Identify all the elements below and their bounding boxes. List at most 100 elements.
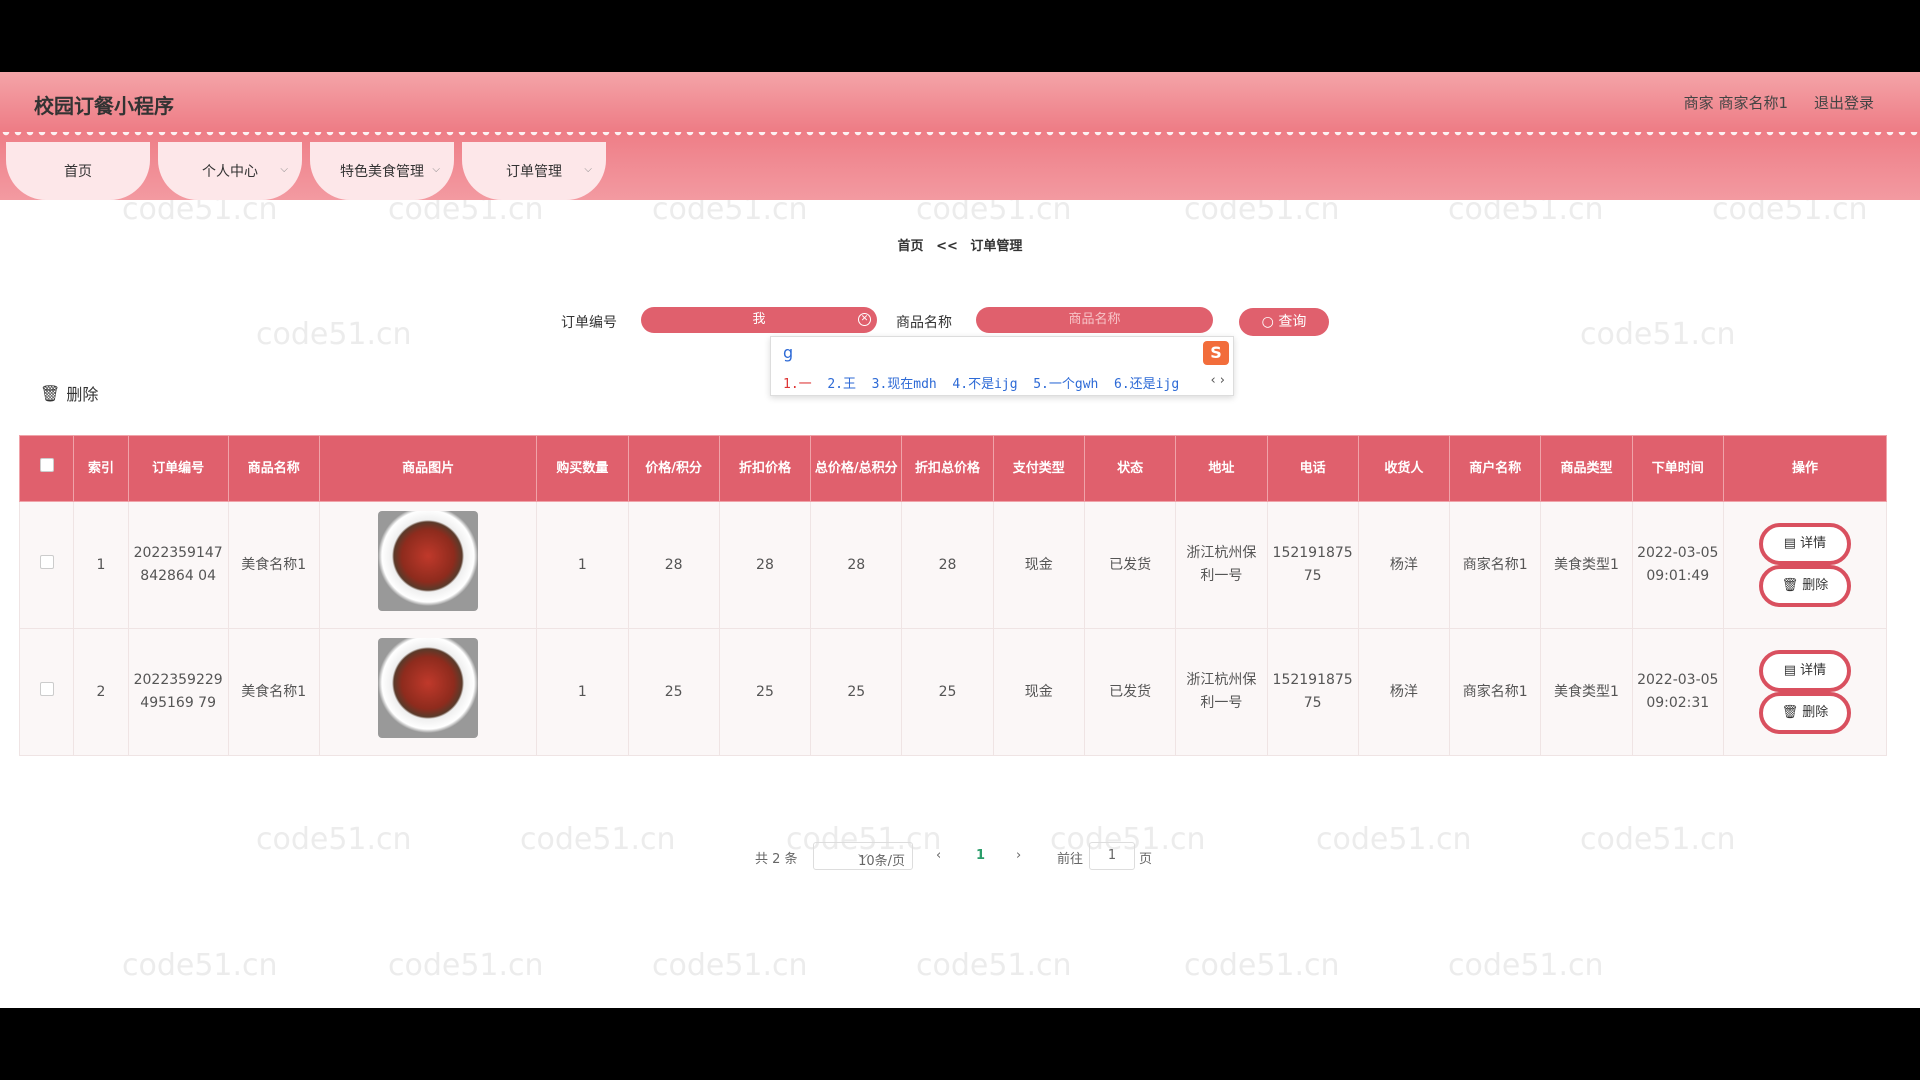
page-size-value: 10条/页	[858, 854, 905, 869]
batch-delete-button[interactable]: 🗑 删除	[40, 381, 98, 405]
cell-index: 1	[73, 501, 129, 629]
user-role-name: 商家 商家名称1	[1683, 94, 1788, 112]
delete-label: 删除	[1802, 578, 1829, 593]
ime-candidate[interactable]: 3.现在mdh	[872, 377, 937, 392]
ime-typed-text: g	[783, 343, 794, 362]
table-header: 商品名称	[227, 435, 320, 502]
ime-candidate[interactable]: 2.王	[827, 377, 856, 392]
ime-logo-icon: S	[1203, 341, 1229, 365]
ime-page-arrows-icon[interactable]: ‹ ›	[1210, 373, 1225, 388]
header-select-all[interactable]	[18, 435, 75, 502]
clear-icon[interactable]: ✕	[858, 313, 871, 326]
cell-pay-type: 现金	[992, 628, 1085, 756]
cell-actions: ▤ 详情 🗑 删除	[1722, 501, 1888, 629]
order-no-value: 我	[752, 312, 766, 327]
table-header: 索引	[73, 435, 129, 502]
next-page-icon[interactable]: ›	[1016, 848, 1021, 863]
cell-image	[318, 628, 538, 756]
ime-candidate[interactable]: 5.一个gwh	[1033, 377, 1098, 392]
breadcrumb-current: 订单管理	[970, 239, 1023, 254]
nav-item-personal-center[interactable]: 个人中心 ⌵	[158, 142, 302, 200]
prev-page-icon[interactable]: ‹	[936, 848, 941, 863]
trash-icon: 🗑	[40, 383, 61, 403]
table-header: 商户名称	[1449, 435, 1542, 502]
product-name-placeholder: 商品名称	[1068, 312, 1121, 327]
detail-label: 详情	[1800, 663, 1827, 678]
nav-item-order-management[interactable]: 订单管理 ⌵	[462, 142, 606, 200]
cell-phone: 15219187575	[1266, 628, 1359, 756]
table-header: 商品类型	[1540, 435, 1633, 502]
cell-order-no: 2022359229495169 79	[127, 628, 229, 756]
row-select[interactable]	[18, 501, 75, 629]
row-select[interactable]	[18, 628, 75, 756]
app-title: 校园订餐小程序	[34, 94, 174, 118]
cell-image	[318, 501, 538, 629]
table-header: 总价格/总积分	[810, 435, 903, 502]
table-header: 操作	[1722, 435, 1888, 502]
table-header: 下单时间	[1631, 435, 1724, 502]
ime-candidate[interactable]: 6.还是ijg	[1114, 377, 1179, 392]
search-bar: 订单编号 我 ✕ 商品名称 商品名称 ○ 查询	[0, 307, 1920, 336]
table-row: 2 2022359229495169 79 美食名称1 1 25 25 25 2…	[18, 628, 1888, 756]
cell-order-no: 2022359147842864 04	[127, 501, 229, 629]
trash-icon: 🗑	[1781, 705, 1799, 720]
goto-label: 前往	[1057, 852, 1084, 867]
product-name-label: 商品名称	[896, 315, 952, 331]
checkbox[interactable]	[39, 554, 54, 569]
nav-label: 订单管理	[506, 164, 562, 180]
cell-price: 25	[627, 628, 720, 756]
chevron-down-icon: ⌵	[280, 164, 288, 175]
chevron-down-icon: ⌵	[432, 164, 440, 175]
table-header: 地址	[1175, 435, 1268, 502]
table-header: 状态	[1083, 435, 1177, 502]
detail-button[interactable]: ▤ 详情	[1758, 650, 1851, 692]
cell-qty: 1	[536, 628, 629, 756]
nav-label: 特色美食管理	[340, 164, 424, 180]
cell-merchant: 商家名称1	[1449, 501, 1542, 629]
cell-type: 美食类型1	[1540, 501, 1633, 629]
table-header: 收货人	[1357, 435, 1451, 502]
page-number-current[interactable]: 1	[976, 848, 985, 863]
cell-total: 28	[810, 501, 903, 629]
watermark: code51.cn	[916, 948, 1072, 983]
cell-status: 已发货	[1083, 628, 1177, 756]
detail-label: 详情	[1800, 536, 1827, 551]
cell-time: 2022-03-05 09:02:31	[1631, 628, 1724, 756]
checkbox[interactable]	[39, 681, 54, 696]
table-header: 购买数量	[536, 435, 629, 502]
breadcrumb-separator: <<	[936, 239, 958, 254]
food-image	[378, 511, 479, 611]
watermark: code51.cn	[388, 948, 544, 983]
page-size-select[interactable]: 10条/页 ⌵	[813, 842, 913, 870]
table-header: 支付类型	[992, 435, 1085, 502]
query-label: 查询	[1278, 314, 1307, 330]
table-header: 电话	[1266, 435, 1359, 502]
delete-button[interactable]: 🗑 删除	[1758, 692, 1851, 734]
nav-item-food-management[interactable]: 特色美食管理 ⌵	[310, 142, 454, 200]
document-icon: ▤	[1783, 536, 1797, 551]
pager-total: 共 2 条	[755, 852, 798, 867]
nav-label: 首页	[64, 164, 92, 180]
goto-page-input[interactable]: 1	[1089, 842, 1135, 870]
batch-delete-label: 删除	[66, 385, 99, 404]
ime-candidate[interactable]: 1.一	[783, 377, 812, 392]
logout-link[interactable]: 退出登录	[1814, 92, 1874, 113]
nav-label: 个人中心	[202, 164, 258, 180]
table-header: 折扣价格	[718, 435, 812, 502]
cell-receiver: 杨洋	[1357, 628, 1451, 756]
food-image	[378, 638, 479, 738]
order-no-input[interactable]: 我 ✕	[641, 307, 877, 333]
breadcrumb: 首页 << 订单管理	[0, 235, 1920, 254]
ime-candidate[interactable]: 4.不是ijg	[952, 377, 1017, 392]
table-header: 订单编号	[127, 435, 229, 502]
query-button[interactable]: ○ 查询	[1239, 308, 1329, 336]
top-header: 校园订餐小程序 商家 商家名称1 退出登录 首页 个人中心 ⌵ 特色美食管理 ⌵ 订…	[0, 72, 1920, 200]
delete-button[interactable]: 🗑 删除	[1758, 565, 1851, 607]
cell-qty: 1	[536, 501, 629, 629]
cell-price: 28	[627, 501, 720, 629]
breadcrumb-home[interactable]: 首页	[898, 239, 924, 254]
detail-button[interactable]: ▤ 详情	[1758, 523, 1851, 565]
checkbox[interactable]	[39, 458, 54, 472]
product-name-input[interactable]: 商品名称	[976, 307, 1213, 333]
nav-item-home[interactable]: 首页	[6, 142, 150, 200]
